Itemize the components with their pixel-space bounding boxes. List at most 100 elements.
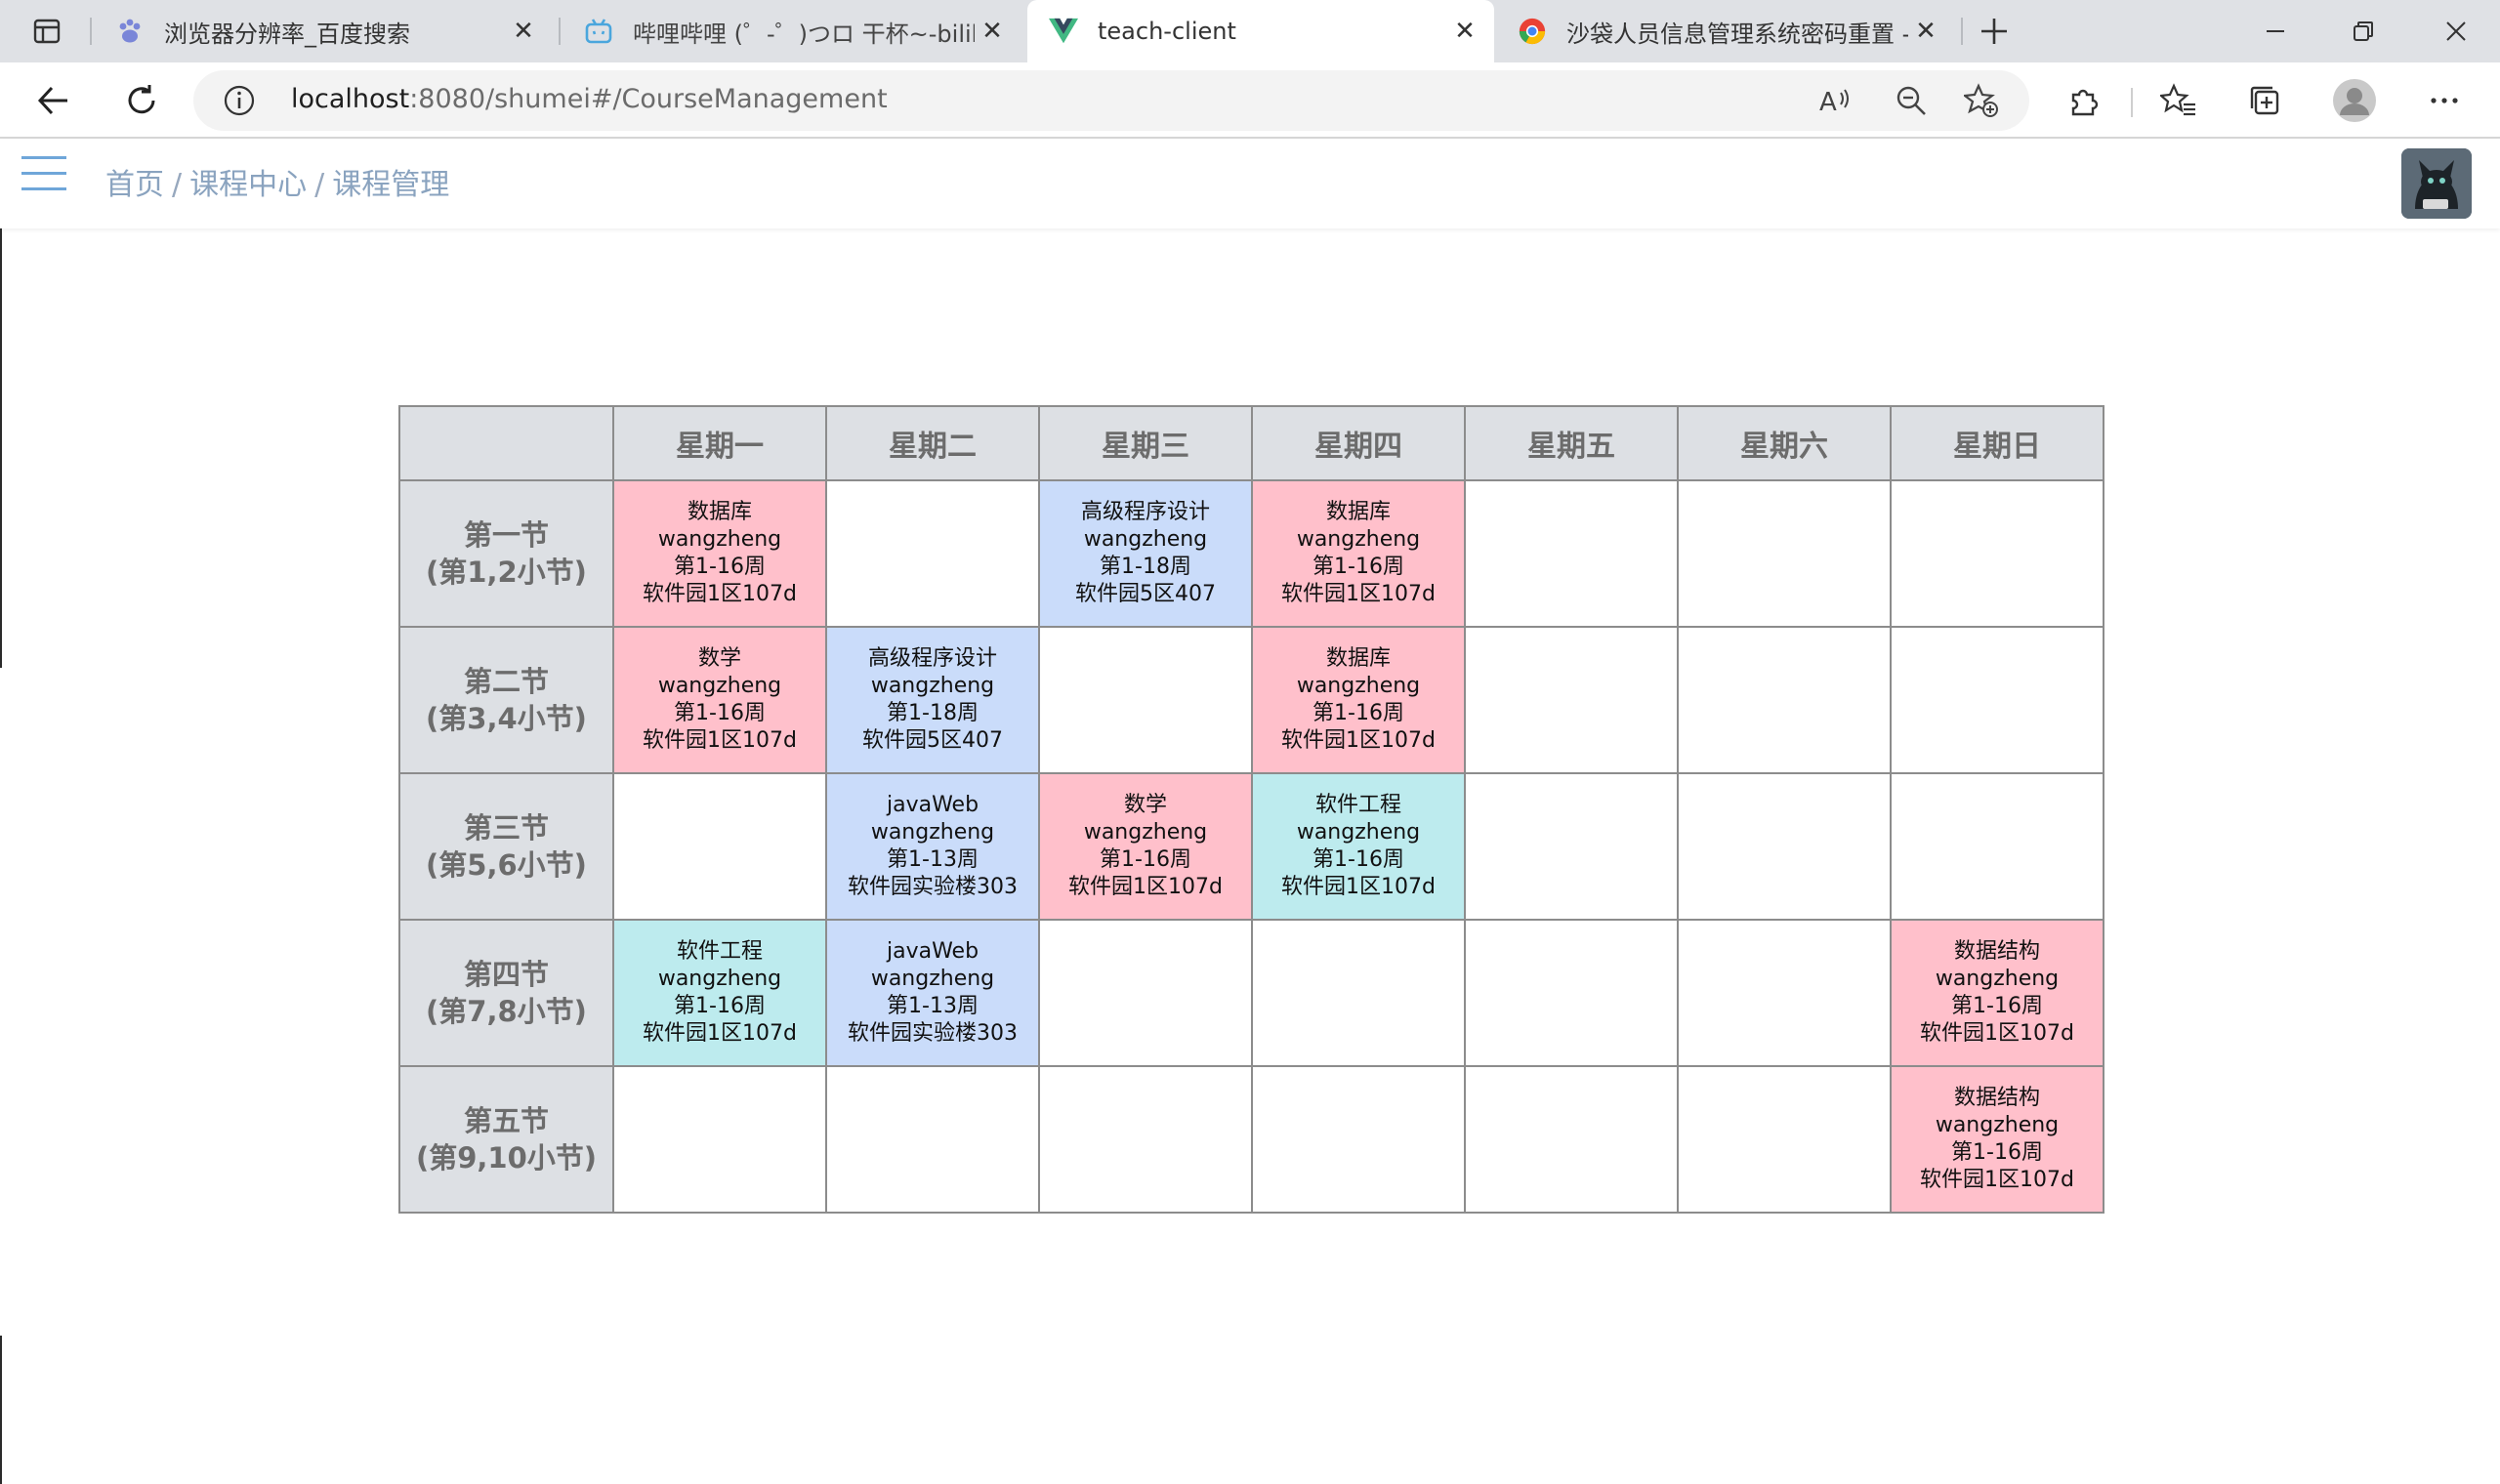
- add-favorite-icon[interactable]: [1963, 82, 2000, 119]
- schedule-row: 第三节 (第5,6小节) javaWeb wangzheng 第1-13周 软件园实验楼3…: [398, 772, 2104, 921]
- day-header-thursday: 星期四: [1251, 405, 1466, 481]
- favorites-icon[interactable]: [2154, 76, 2203, 125]
- empty-cell[interactable]: [825, 1065, 1040, 1214]
- app-header: 首页 / 课程中心 / 课程管理: [0, 139, 2500, 228]
- empty-cell[interactable]: [1038, 919, 1253, 1067]
- empty-cell[interactable]: [1677, 626, 1892, 774]
- course-course: javaWeb: [886, 939, 979, 964]
- course-cell[interactable]: 数据库 wangzheng 第1-16周 软件园1区107d: [1251, 479, 1466, 628]
- breadcrumb-course-management: 课程管理: [332, 168, 450, 202]
- empty-cell[interactable]: [1677, 919, 1892, 1067]
- empty-cell[interactable]: [1677, 479, 1892, 628]
- course-room: 软件园1区107d: [1281, 728, 1436, 753]
- empty-cell[interactable]: [1464, 772, 1679, 921]
- close-window-button[interactable]: [2412, 0, 2500, 62]
- close-tab-icon[interactable]: ✕: [506, 14, 541, 49]
- empty-cell[interactable]: [1890, 479, 2104, 628]
- course-teacher: wangzheng: [657, 527, 782, 552]
- day-header-monday: 星期一: [612, 405, 827, 481]
- more-menu-icon[interactable]: [2420, 76, 2469, 125]
- course-cell[interactable]: 数学 wangzheng 第1-16周 软件园1区107d: [1038, 772, 1253, 921]
- extensions-icon[interactable]: [2059, 76, 2107, 125]
- breadcrumb-home[interactable]: 首页: [105, 168, 164, 202]
- collections-icon[interactable]: [2240, 76, 2289, 125]
- tab-baidu[interactable]: 浏览器分辨率_百度搜索 ✕: [94, 0, 553, 62]
- empty-cell[interactable]: [1464, 919, 1679, 1067]
- minimize-button[interactable]: [2231, 0, 2319, 62]
- tab-title: 浏览器分辨率_百度搜索: [164, 20, 410, 48]
- course-cell[interactable]: 数学 wangzheng 第1-16周 软件园1区107d: [612, 626, 827, 774]
- tab-title: 哔哩哔哩 (゜-゜)つロ 干杯~-bilibili: [633, 20, 975, 48]
- course-weeks: 第1-18周: [887, 701, 979, 725]
- empty-cell[interactable]: [1038, 1065, 1253, 1214]
- period-name: 第一节: [463, 518, 549, 552]
- course-cell[interactable]: 数据结构 wangzheng 第1-16周 软件园1区107d: [1890, 919, 2104, 1067]
- course-cell[interactable]: 数据结构 wangzheng 第1-16周 软件园1区107d: [1890, 1065, 2104, 1214]
- address-bar[interactable]: localhost:8080/shumei#/CourseManagement …: [193, 70, 2029, 131]
- back-button[interactable]: [29, 76, 78, 125]
- empty-cell[interactable]: [612, 1065, 827, 1214]
- breadcrumb-course-center[interactable]: 课程中心: [189, 168, 307, 202]
- empty-cell[interactable]: [1677, 1065, 1892, 1214]
- schedule-row: 第一节 (第1,2小节) 数据库 wangzheng 第1-16周 软件园1区107d 高级…: [398, 479, 2104, 628]
- course-teacher: wangzheng: [1083, 820, 1208, 845]
- tab-actions-icon[interactable]: [18, 14, 76, 49]
- day-header-sunday: 星期日: [1890, 405, 2104, 481]
- empty-cell[interactable]: [1251, 1065, 1466, 1214]
- course-cell[interactable]: javaWeb wangzheng 第1-13周 软件园实验楼303: [825, 919, 1040, 1067]
- course-cell[interactable]: 高级程序设计 wangzheng 第1-18周 软件园5区407: [825, 626, 1040, 774]
- restore-button[interactable]: [2319, 0, 2407, 62]
- empty-cell[interactable]: [1464, 479, 1679, 628]
- empty-cell[interactable]: [1038, 626, 1253, 774]
- course-cell[interactable]: 数据库 wangzheng 第1-16周 软件园1区107d: [612, 479, 827, 628]
- menu-toggle-icon[interactable]: [21, 156, 66, 195]
- course-teacher: wangzheng: [657, 674, 782, 698]
- new-tab-button[interactable]: [1973, 10, 2016, 53]
- day-header-tuesday: 星期二: [825, 405, 1040, 481]
- course-course: 数据结构: [1953, 939, 2040, 964]
- course-course: 数学: [1123, 793, 1167, 817]
- course-course: javaWeb: [886, 793, 979, 817]
- profile-avatar-icon[interactable]: [2330, 76, 2379, 125]
- empty-cell[interactable]: [1251, 919, 1466, 1067]
- tab-teach-client[interactable]: teach-client ✕: [1027, 0, 1494, 62]
- url-text[interactable]: localhost:8080/shumei#/CourseManagement: [291, 84, 888, 114]
- course-room: 软件园5区407: [862, 728, 1003, 753]
- course-course: 数据结构: [1953, 1086, 2040, 1110]
- reload-button[interactable]: [117, 76, 166, 125]
- course-course: 高级程序设计: [1080, 500, 1210, 524]
- empty-cell[interactable]: [1677, 772, 1892, 921]
- course-cell[interactable]: 软件工程 wangzheng 第1-16周 软件园1区107d: [1251, 772, 1466, 921]
- schedule-row: 第二节 (第3,4小节) 数学 wangzheng 第1-16周 软件园1区107d 高级程…: [398, 626, 2104, 774]
- empty-cell[interactable]: [1890, 626, 2104, 774]
- day-header-saturday: 星期六: [1677, 405, 1892, 481]
- empty-cell[interactable]: [1464, 626, 1679, 774]
- course-room: 软件园1区107d: [1281, 875, 1436, 899]
- site-info-icon[interactable]: [223, 84, 256, 117]
- empty-cell[interactable]: [1464, 1065, 1679, 1214]
- empty-cell[interactable]: [1890, 772, 2104, 921]
- breadcrumb: 首页 / 课程中心 / 课程管理: [105, 160, 449, 203]
- user-avatar[interactable]: [2401, 148, 2472, 219]
- empty-cell[interactable]: [825, 479, 1040, 628]
- toolbar-separator: [2131, 88, 2133, 117]
- read-aloud-icon[interactable]: A: [1816, 82, 1854, 119]
- svg-text:A: A: [1819, 88, 1837, 117]
- course-cell[interactable]: 数据库 wangzheng 第1-16周 软件园1区107d: [1251, 626, 1466, 774]
- period-name: 第五节: [463, 1104, 549, 1137]
- course-schedule-table: 星期一 星期二 星期三 星期四 星期五 星期六 星期日 第一节 (第1,2小节) 数…: [398, 405, 2104, 1214]
- tab-bilibili[interactable]: 哔哩哔哩 (゜-゜)つロ 干杯~-bilibili ✕: [562, 0, 1021, 62]
- close-tab-icon[interactable]: ✕: [1447, 14, 1482, 49]
- course-weeks: 第1-16周: [1100, 847, 1191, 872]
- zoom-out-icon[interactable]: [1893, 82, 1930, 119]
- close-tab-icon[interactable]: ✕: [1908, 14, 1943, 49]
- tab-sandbag[interactable]: 沙袋人员信息管理系统密码重置 - ... ✕: [1496, 0, 1955, 62]
- course-cell[interactable]: 高级程序设计 wangzheng 第1-18周 软件园5区407: [1038, 479, 1253, 628]
- breadcrumb-separator: /: [314, 168, 325, 202]
- course-weeks: 第1-16周: [1951, 1140, 2043, 1165]
- close-tab-icon[interactable]: ✕: [975, 14, 1010, 49]
- course-weeks: 第1-16周: [674, 555, 766, 579]
- course-cell[interactable]: 软件工程 wangzheng 第1-16周 软件园1区107d: [612, 919, 827, 1067]
- empty-cell[interactable]: [612, 772, 827, 921]
- course-cell[interactable]: javaWeb wangzheng 第1-13周 软件园实验楼303: [825, 772, 1040, 921]
